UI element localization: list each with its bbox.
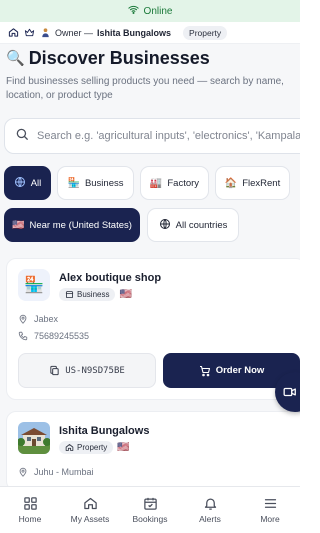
business-type-row: Business 🇺🇸 [59, 288, 132, 301]
online-status-bar: Online [0, 0, 300, 22]
filter-chip-flexrent[interactable]: 🏠 FlexRent [215, 166, 290, 200]
business-name: Alex boutique shop [59, 272, 162, 284]
video-camera-icon [283, 387, 296, 397]
country-flag: 🇺🇸 [119, 289, 132, 300]
business-code: US-N9SD75BE [65, 365, 125, 376]
nav-more[interactable]: More [240, 487, 300, 533]
grid-icon [23, 497, 37, 510]
filter-chip-factory[interactable]: 🏭 Factory [140, 166, 209, 200]
nav-label: My Assets [70, 514, 110, 524]
business-type-badge: Business [59, 288, 116, 301]
house-icon [65, 444, 74, 451]
owner-avatar-icon [39, 27, 51, 39]
filter-chip-label: FlexRent [242, 177, 281, 189]
business-type-label: Business [77, 290, 110, 299]
phone-icon [18, 331, 28, 341]
store-icon [65, 291, 74, 298]
location-chip-all-countries[interactable]: All countries [147, 208, 239, 242]
subtitle-line-1: Find businesses selling products you nee… [6, 76, 284, 87]
wifi-icon [127, 4, 139, 18]
nav-alerts[interactable]: Alerts [180, 487, 240, 533]
copy-icon [50, 365, 59, 376]
filter-chip-all[interactable]: All [4, 166, 51, 200]
page-title: Discover Businesses [28, 47, 210, 68]
search-box[interactable] [4, 118, 300, 154]
nav-my-assets[interactable]: My Assets [60, 487, 120, 533]
nav-label: Alerts [199, 514, 221, 524]
business-name: Ishita Bungalows [59, 425, 150, 437]
store-icon: 🏪 [67, 177, 80, 189]
business-location: Juhu - Mumbai [34, 467, 94, 477]
property-photo [18, 422, 50, 454]
factory-icon: 🏭 [149, 177, 163, 189]
page-title-row: 🔍 Discover Businesses [6, 47, 210, 69]
business-phone: 75689245535 [34, 331, 90, 341]
house-icon: 🏠 [224, 177, 238, 189]
location-row: Jabex [18, 314, 58, 324]
magnifier-icon: 🔍 [6, 50, 25, 67]
cart-icon [199, 365, 210, 376]
business-type-label: Property [77, 443, 108, 452]
business-location: Jabex [34, 314, 59, 324]
account-type-badge[interactable]: Property [183, 25, 228, 40]
menu-icon [264, 499, 276, 508]
nav-label: Home [18, 514, 42, 524]
online-label: Online [143, 5, 173, 17]
nav-label: More [260, 514, 280, 524]
nav-bookings[interactable]: Bookings [120, 487, 180, 533]
filter-chip-business[interactable]: 🏪 Business [57, 166, 134, 200]
location-pin-icon [19, 467, 27, 477]
filter-chip-label: All [30, 177, 42, 189]
house-icon [83, 497, 97, 510]
discover-businesses-screen: Online Owner — Ishita Bungalows Property… [0, 0, 300, 533]
order-now-label: Order Now [215, 365, 265, 376]
location-chip-label: Near me (United States) [29, 219, 132, 231]
nav-label: Bookings [132, 514, 168, 524]
search-input[interactable] [37, 130, 300, 142]
page-subtitle: Find businesses selling products you nee… [6, 75, 300, 103]
account-name: Ishita Bungalows [97, 27, 172, 38]
business-card[interactable]: Ishita Bungalows Property 🇺🇸 Juhu - Mumb… [6, 411, 300, 491]
bell-icon [204, 498, 216, 510]
home-icon[interactable] [7, 27, 19, 39]
business-type-row: Property 🇺🇸 [59, 441, 130, 454]
subtitle-line-2: location, or product type [6, 90, 113, 101]
business-card[interactable]: 🏪 Alex boutique shop Business 🇺🇸 Jabex 7… [6, 258, 300, 400]
business-type-badge: Property [59, 441, 114, 454]
store-icon: 🏪 [18, 269, 50, 301]
globe-icon [14, 176, 26, 191]
filter-chip-label: Business [84, 177, 124, 189]
globe-icon [159, 218, 171, 233]
account-context-bar: Owner — Ishita Bungalows Property [0, 22, 300, 44]
filter-chip-label: Factory [167, 177, 200, 189]
us-flag-icon: 🇺🇸 [12, 219, 25, 231]
bottom-navigation: Home My Assets Bookings Alerts More [0, 486, 300, 533]
calendar-icon [143, 497, 157, 510]
owner-role-label: Owner — [55, 27, 94, 38]
search-icon [15, 127, 29, 146]
location-chip-near-me[interactable]: 🇺🇸 Near me (United States) [4, 208, 140, 242]
copy-code-button[interactable]: US-N9SD75BE [18, 353, 156, 388]
location-chip-label: All countries [175, 219, 228, 231]
country-flag: 🇺🇸 [117, 442, 130, 453]
nav-home[interactable]: Home [0, 487, 60, 533]
crown-icon [23, 27, 35, 39]
phone-row: 75689245535 [18, 331, 89, 341]
location-pin-icon [19, 314, 27, 324]
location-row: Juhu - Mumbai [18, 467, 94, 477]
